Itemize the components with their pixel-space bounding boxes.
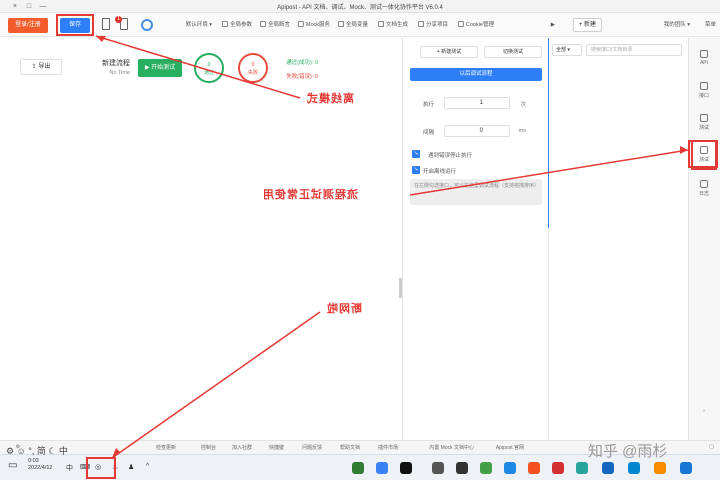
annotation-arrows — [95, 35, 689, 459]
arrow-head — [680, 146, 688, 154]
watermark: 知乎 @雨杉 — [588, 443, 668, 460]
arrow-normal — [409, 149, 689, 196]
annotation-offline: 离线模式 — [306, 93, 354, 105]
annotation-disconnect: 断网啦 — [326, 303, 362, 315]
annotation-normal: 流程测试正常使用 — [262, 189, 358, 201]
arrow-offline — [95, 35, 301, 99]
arrow-disconnect — [111, 311, 321, 459]
